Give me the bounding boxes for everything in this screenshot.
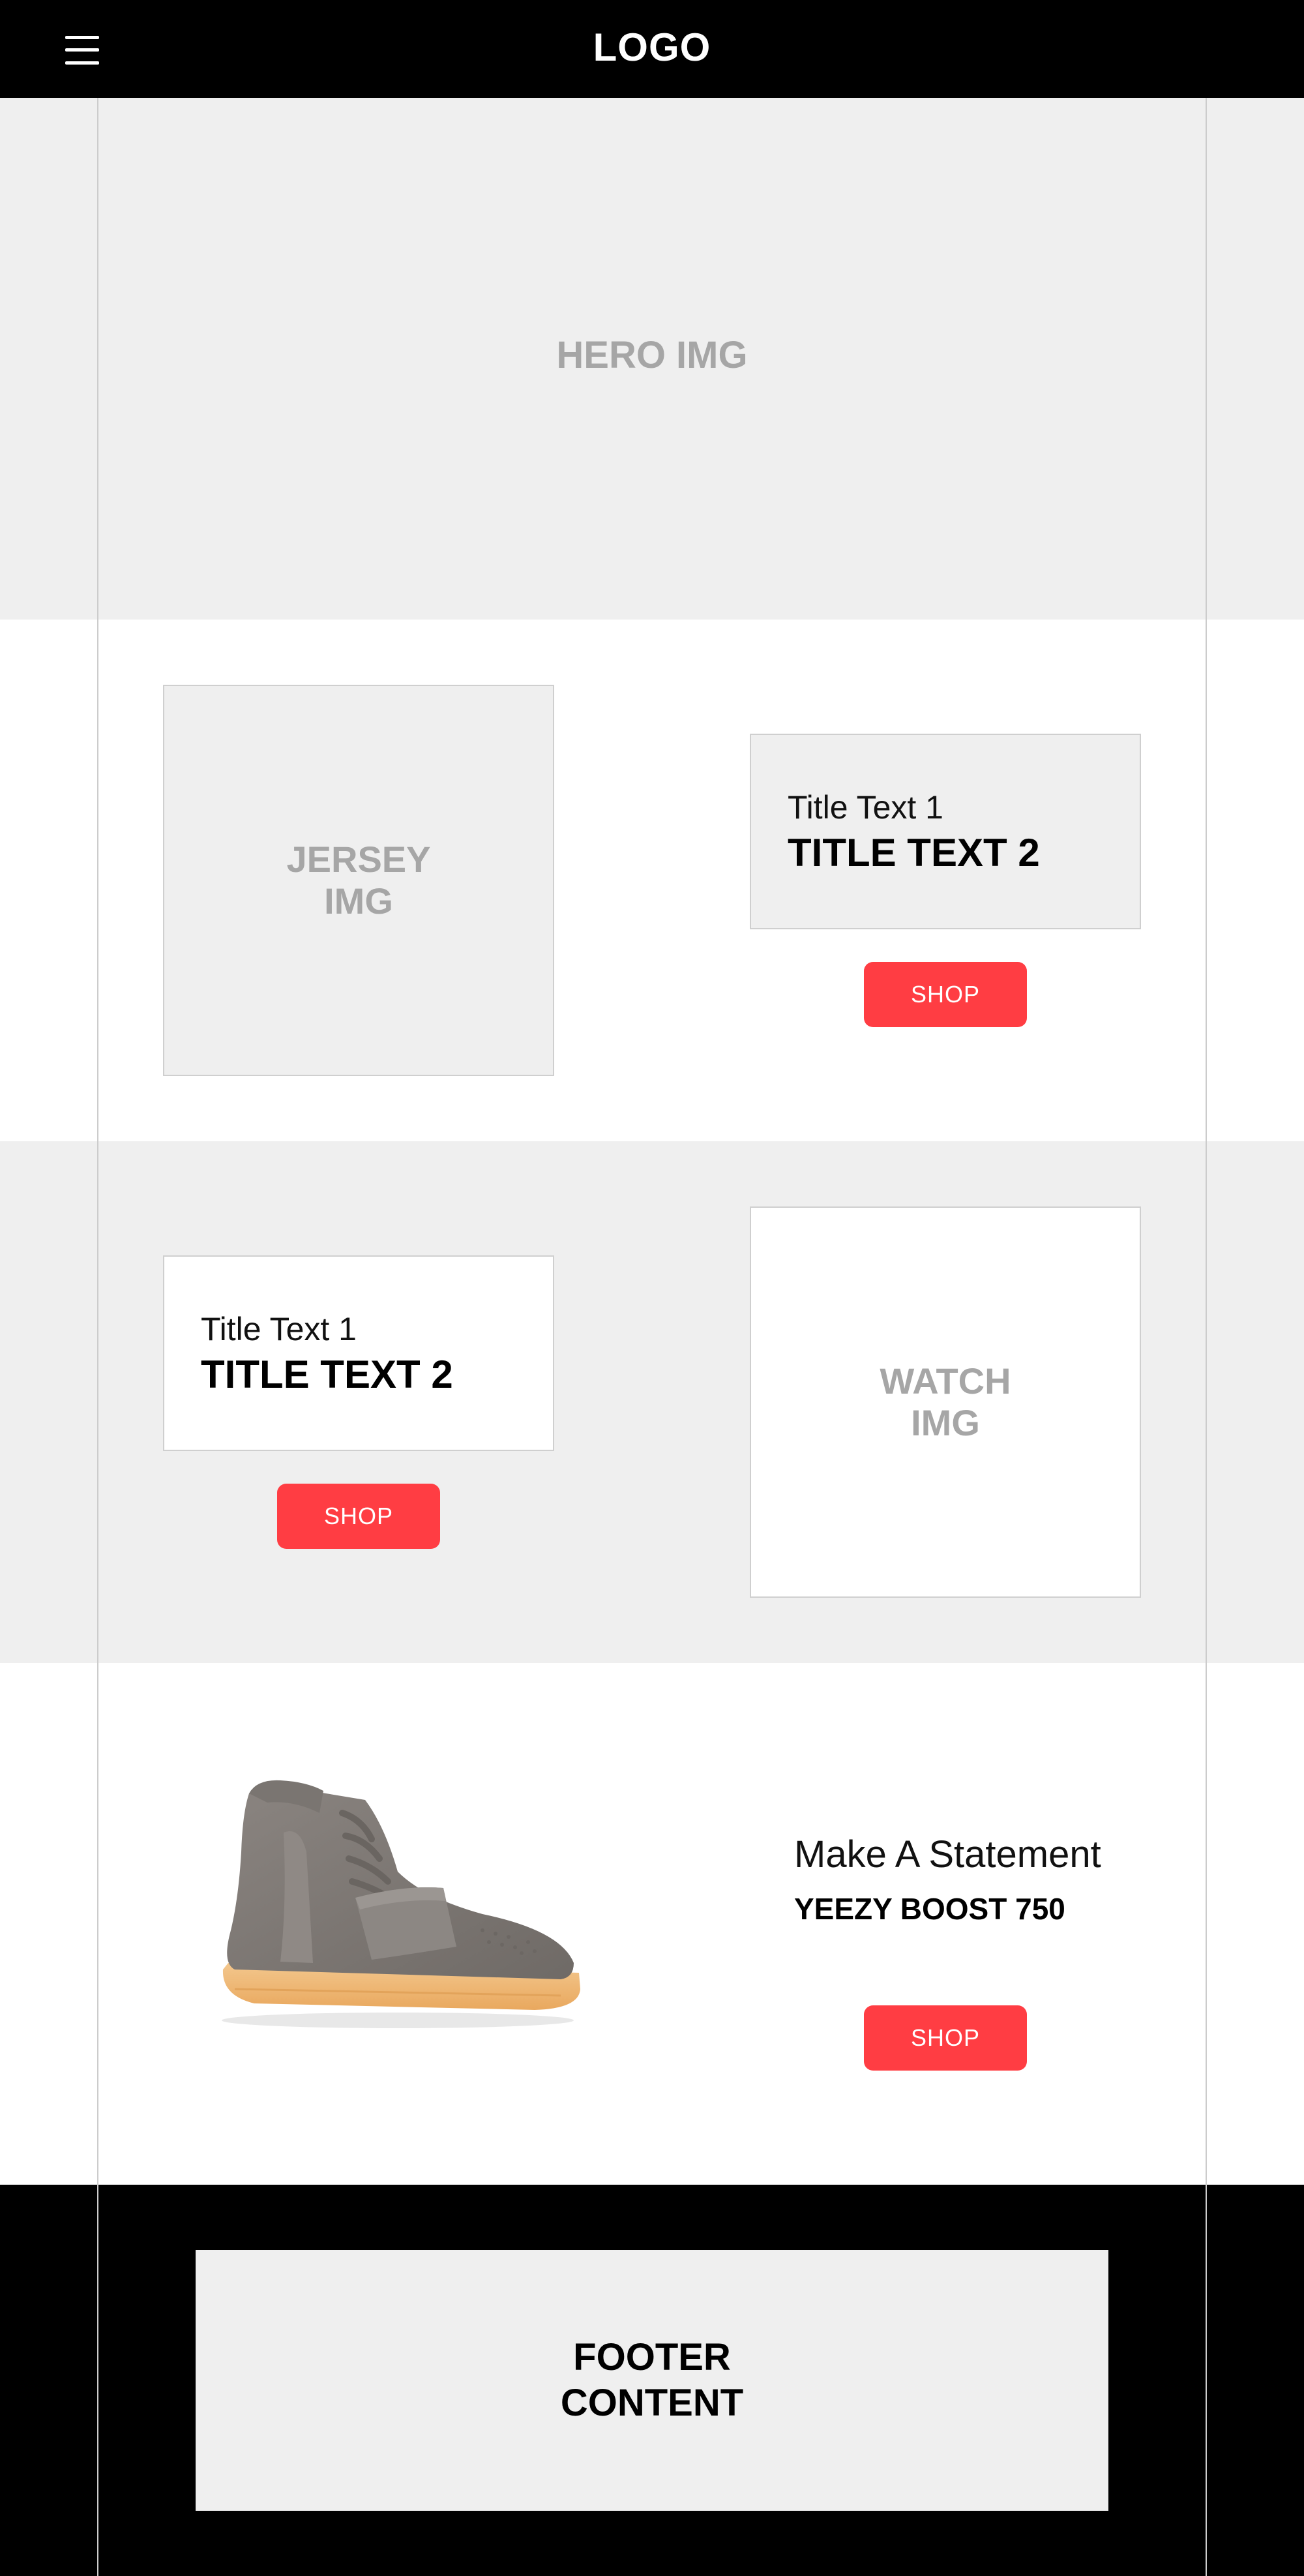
jersey-image-placeholder: JERSEY IMG [163, 685, 554, 1076]
title-card-2: Title Text 1 TITLE TEXT 2 [163, 1255, 554, 1451]
layout-guide-right [1206, 98, 1207, 2576]
hero-image-placeholder: HERO IMG [556, 333, 748, 376]
layout-guide-left [97, 98, 98, 2576]
shop-button-sneaker[interactable]: SHOP [864, 2005, 1027, 2071]
product-tagline: Make A Statement [794, 1833, 1101, 1876]
card-title-text-2: TITLE TEXT 2 [201, 1352, 453, 1396]
sneaker-product-image[interactable] [209, 1774, 587, 2035]
jersey-image-label: JERSEY IMG [286, 838, 431, 921]
footer-content-label: FOOTER CONTENT [560, 2336, 744, 2424]
site-logo[interactable]: LOGO [0, 0, 1304, 94]
watch-image-placeholder: WATCH IMG [750, 1206, 1141, 1598]
watch-image-label: WATCH IMG [880, 1360, 1011, 1443]
title-card-1: Title Text 1 TITLE TEXT 2 [750, 734, 1141, 929]
card-title-text-2: TITLE TEXT 2 [788, 830, 1040, 875]
card-title-text-1: Title Text 1 [788, 788, 943, 826]
product-name: YEEZY BOOST 750 [794, 1892, 1065, 1926]
shop-button-jersey[interactable]: SHOP [864, 962, 1027, 1027]
footer-content-placeholder: FOOTER CONTENT [196, 2250, 1108, 2511]
card-title-text-1: Title Text 1 [201, 1310, 357, 1347]
shop-button-watch[interactable]: SHOP [277, 1484, 440, 1549]
